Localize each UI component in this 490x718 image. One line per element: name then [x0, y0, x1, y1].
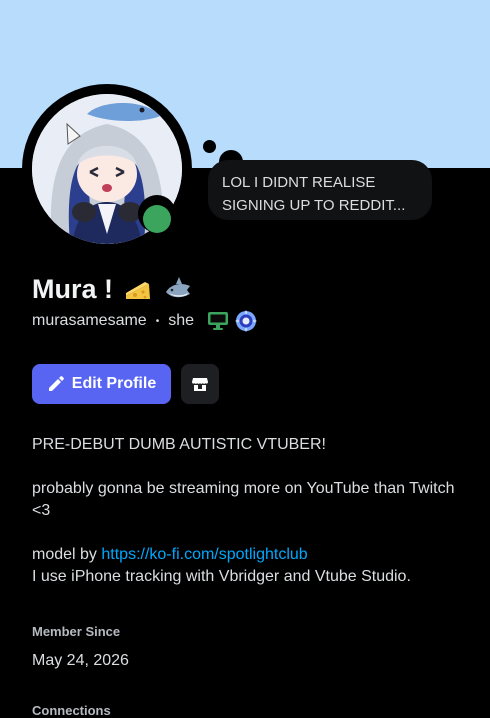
shop-button[interactable] — [181, 364, 219, 404]
thought-bubble-dot-small — [203, 140, 216, 153]
bio-line: model by https://ko-fi.com/spotlightclub — [32, 544, 462, 566]
bio-line: probably gonna be streaming more on YouT… — [32, 480, 455, 519]
shop-icon — [192, 378, 208, 391]
bio-line: PRE-DEBUT DUMB AUTISTIC VTUBER! — [32, 436, 326, 453]
edit-profile-label: Edit Profile — [71, 375, 157, 392]
online-status-indicator — [143, 205, 171, 233]
username-row: murasamesame • she — [32, 309, 258, 333]
display-name[interactable]: Mura ! — [32, 274, 113, 305]
member-since-label: Member Since — [32, 624, 121, 639]
custom-status-bubble[interactable]: LOL I DIDNT REALISE SIGNING UP TO REDDIT… — [208, 160, 432, 220]
bio-line: I use iPhone tracking with Vbridger and … — [32, 568, 411, 585]
about-me: PRE-DEBUT DUMB AUTISTIC VTUBER! probably… — [32, 434, 462, 588]
pronouns: she — [168, 312, 195, 329]
custom-status-text: LOL I DIDNT REALISE SIGNING UP TO REDDIT… — [222, 174, 406, 214]
member-since-date: May 24, 2026 — [32, 652, 129, 669]
nitro-badge-icon[interactable] — [234, 309, 258, 333]
pencil-icon — [48, 376, 64, 391]
connections-label: Connections — [32, 703, 111, 718]
desktop-icon[interactable] — [206, 309, 230, 333]
username[interactable]: murasamesame — [32, 312, 147, 330]
separator-dot: • — [155, 315, 160, 327]
shark-emoji — [166, 277, 190, 298]
edit-profile-button[interactable]: Edit Profile — [32, 364, 171, 404]
display-name-row: Mura ! — [32, 270, 193, 308]
bio-model-prefix: model by — [32, 546, 97, 563]
cheese-emoji — [126, 282, 150, 299]
kofi-link[interactable]: https://ko-fi.com/spotlightclub — [101, 546, 307, 563]
